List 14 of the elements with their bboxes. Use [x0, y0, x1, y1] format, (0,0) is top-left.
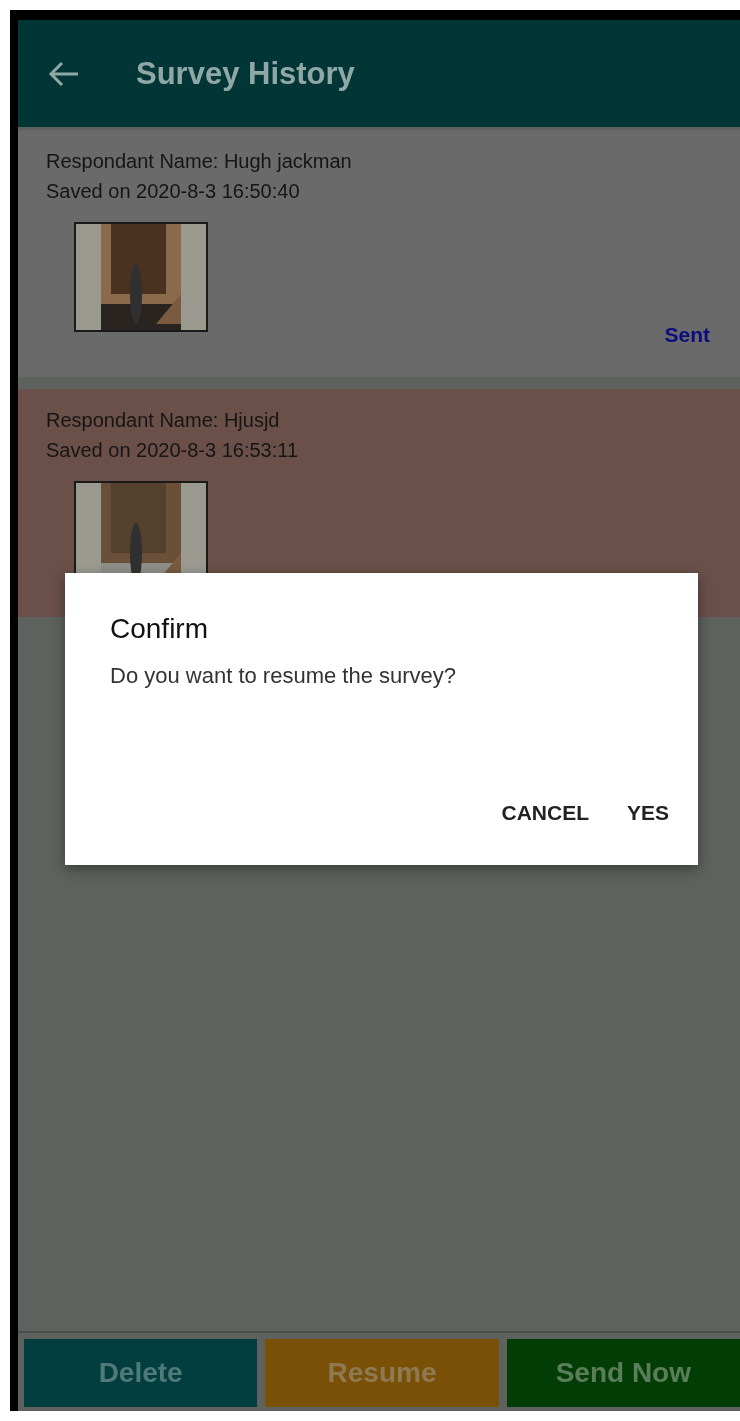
screen-title: Survey History [136, 55, 355, 92]
send-button[interactable]: Send Now [506, 1339, 740, 1407]
status-label: Sent [664, 323, 710, 347]
cancel-button[interactable]: CANCEL [487, 791, 603, 835]
respondent-name: Respondant Name: Hugh jackman [46, 149, 352, 174]
delete-button[interactable]: Delete [24, 1339, 258, 1407]
saved-date: Saved on 2020-8-3 16:53:11 [46, 438, 299, 463]
confirm-button[interactable]: YES [612, 791, 683, 835]
dialog-message: Do you want to resume the survey? [110, 663, 457, 689]
resume-button[interactable]: Resume [265, 1339, 499, 1407]
survey-card[interactable]: Respondant Name: Hugh jackman Saved on 2020-8-3 16:50:40 Sent [18, 130, 740, 377]
saved-date: Saved on 2020-8-3 16:50:40 [46, 179, 300, 204]
back-icon[interactable] [48, 60, 80, 87]
respondent-name: Respondant Name: Hjusjd [46, 408, 280, 433]
